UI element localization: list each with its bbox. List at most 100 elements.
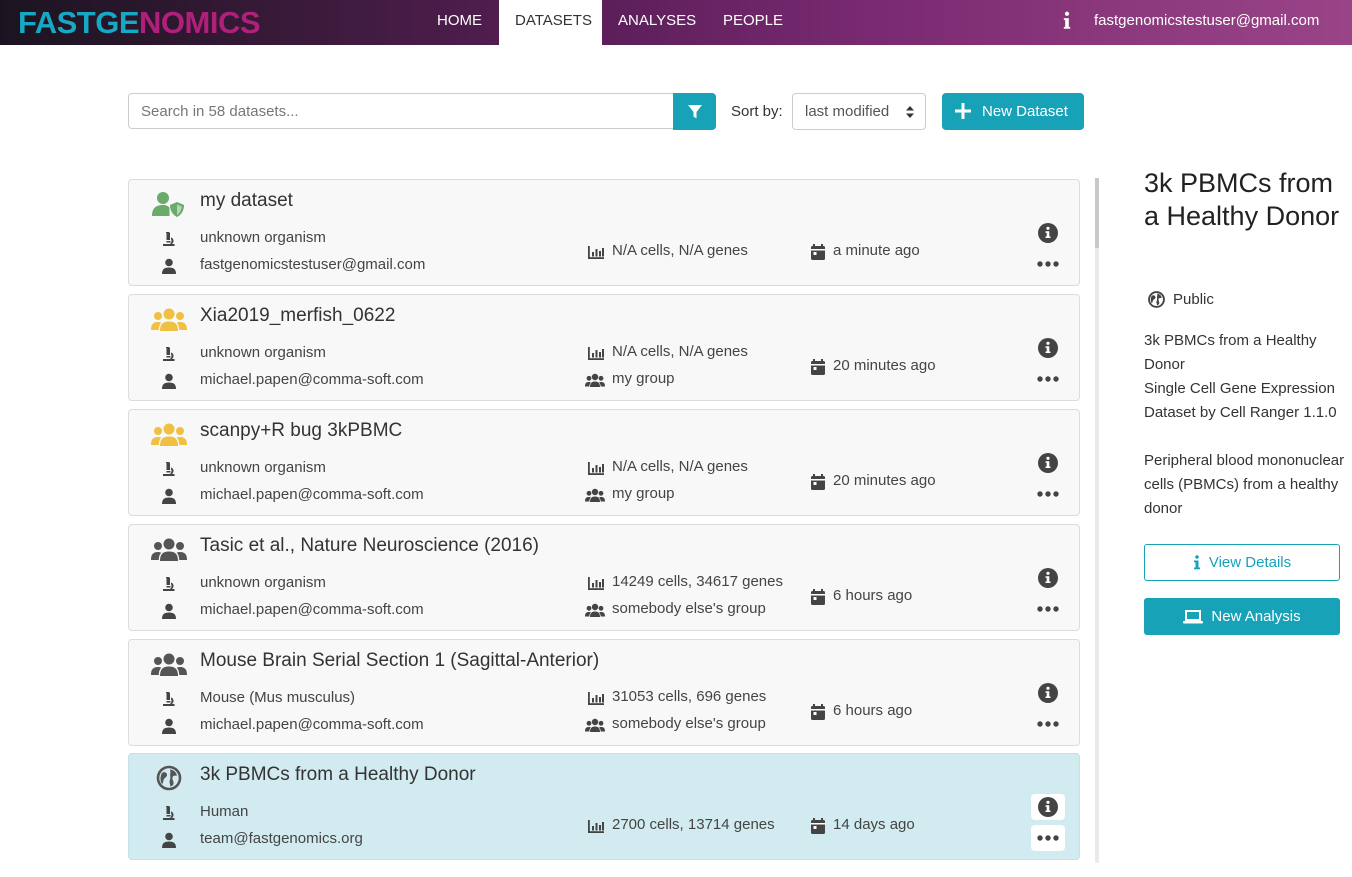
info-icon [1038, 797, 1058, 817]
calendar-icon [810, 818, 826, 834]
dataset-title[interactable]: my dataset [200, 190, 293, 212]
users-icon [151, 535, 187, 563]
chart-icon [588, 345, 604, 361]
more-dots-icon [1037, 376, 1059, 382]
globe-icon [1148, 291, 1165, 308]
info-icon [1038, 568, 1058, 588]
users-icon [151, 650, 187, 678]
chart-icon [588, 690, 604, 706]
microscope-icon [161, 691, 177, 707]
users-icon [151, 420, 187, 448]
new-dataset-button[interactable]: New Dataset [942, 93, 1084, 130]
dataset-organism: Human [200, 803, 249, 820]
group-icon [585, 602, 605, 618]
dataset-stats: 14249 cells, 34617 genes [612, 573, 783, 590]
dataset-title[interactable]: Mouse Brain Serial Section 1 (Sagittal-A… [200, 650, 599, 672]
logo-text-2: NOMICS [139, 5, 261, 40]
group-icon [585, 717, 605, 733]
nav-people[interactable]: PEOPLE [707, 0, 799, 45]
info-icon [1038, 453, 1058, 473]
user-shield-icon [151, 190, 187, 218]
plus-icon [955, 103, 971, 119]
dataset-modified: 14 days ago [833, 816, 915, 833]
dataset-title[interactable]: 3k PBMCs from a Healthy Donor [200, 764, 476, 786]
dataset-organism: unknown organism [200, 229, 326, 246]
dataset-organism: unknown organism [200, 459, 326, 476]
dataset-card[interactable]: 3k PBMCs from a Healthy Donor Human team… [128, 753, 1080, 860]
calendar-icon [810, 474, 826, 490]
sort-label: Sort by: [731, 103, 783, 120]
new-analysis-button[interactable]: New Analysis [1144, 598, 1340, 635]
info-icon [1038, 223, 1058, 243]
group-icon [585, 487, 605, 503]
chart-icon [588, 244, 604, 260]
dataset-owner: michael.papen@comma-soft.com [200, 486, 424, 503]
group-icon [585, 372, 605, 388]
dataset-card[interactable]: Mouse Brain Serial Section 1 (Sagittal-A… [128, 639, 1080, 746]
dataset-stats: N/A cells, N/A genes [612, 458, 748, 475]
user-icon [161, 718, 177, 734]
dataset-more-button[interactable] [1031, 825, 1065, 851]
sort-select[interactable]: last modified [792, 93, 926, 130]
visibility-label: Public [1173, 291, 1214, 308]
search-input[interactable] [128, 93, 674, 129]
more-dots-icon [1037, 721, 1059, 727]
nav-analyses[interactable]: ANALYSES [602, 0, 712, 45]
dataset-info-button[interactable] [1031, 680, 1065, 706]
chart-icon [588, 460, 604, 476]
dataset-info-button[interactable] [1031, 220, 1065, 246]
nav-home[interactable]: HOME [421, 0, 498, 45]
dataset-owner: team@fastgenomics.org [200, 830, 363, 847]
info-icon [1038, 683, 1058, 703]
dataset-more-button[interactable] [1031, 366, 1065, 392]
user-icon [161, 258, 177, 274]
calendar-icon [810, 704, 826, 720]
dataset-card[interactable]: scanpy+R bug 3kPBMC unknown organism mic… [128, 409, 1080, 516]
dataset-info-button[interactable] [1031, 335, 1065, 361]
sort-caret-icon [906, 106, 914, 118]
chart-icon [588, 818, 604, 834]
nav-datasets[interactable]: DATASETS [499, 0, 602, 45]
dataset-stats: N/A cells, N/A genes [612, 242, 748, 259]
user-email-menu[interactable]: fastgenomicstestuser@gmail.com [1094, 0, 1319, 41]
list-scrollbar[interactable] [1095, 178, 1099, 863]
dataset-info-button[interactable] [1031, 565, 1065, 591]
calendar-icon [810, 244, 826, 260]
user-icon [161, 603, 177, 619]
globe-icon [151, 764, 187, 792]
info-icon[interactable] [1062, 11, 1072, 31]
dataset-more-button[interactable] [1031, 711, 1065, 737]
dataset-owner: michael.papen@comma-soft.com [200, 371, 424, 388]
dataset-modified: 20 minutes ago [833, 357, 936, 374]
dataset-more-button[interactable] [1031, 596, 1065, 622]
more-dots-icon [1037, 261, 1059, 267]
more-dots-icon [1037, 606, 1059, 612]
view-details-button[interactable]: View Details [1144, 544, 1340, 581]
calendar-icon [810, 589, 826, 605]
dataset-modified: 20 minutes ago [833, 472, 936, 489]
dataset-title[interactable]: scanpy+R bug 3kPBMC [200, 420, 402, 442]
more-dots-icon [1037, 491, 1059, 497]
dataset-group: somebody else's group [612, 715, 766, 732]
dataset-info-button[interactable] [1031, 450, 1065, 476]
chart-icon [588, 575, 604, 591]
dataset-owner: fastgenomicstestuser@gmail.com [200, 256, 426, 273]
dataset-info-button[interactable] [1031, 794, 1065, 820]
filter-button[interactable] [673, 93, 716, 130]
details-title: 3k PBMCs from a Healthy Donor [1144, 168, 1340, 231]
dataset-card[interactable]: Tasic et al., Nature Neuroscience (2016)… [128, 524, 1080, 631]
dataset-card[interactable]: Xia2019_merfish_0622 unknown organism mi… [128, 294, 1080, 401]
dataset-more-button[interactable] [1031, 481, 1065, 507]
dataset-more-button[interactable] [1031, 251, 1065, 277]
microscope-icon [161, 231, 177, 247]
user-icon [161, 488, 177, 504]
laptop-icon [1183, 610, 1204, 624]
list-scrollbar-thumb[interactable] [1095, 178, 1099, 248]
filter-icon [687, 104, 702, 118]
dataset-title[interactable]: Xia2019_merfish_0622 [200, 305, 395, 327]
dataset-organism: unknown organism [200, 574, 326, 591]
dataset-title[interactable]: Tasic et al., Nature Neuroscience (2016) [200, 535, 539, 557]
microscope-icon [161, 346, 177, 362]
dataset-card[interactable]: my dataset unknown organism fastgenomics… [128, 179, 1080, 286]
fastgenomics-logo[interactable]: FASTGENOMICS [18, 4, 261, 42]
